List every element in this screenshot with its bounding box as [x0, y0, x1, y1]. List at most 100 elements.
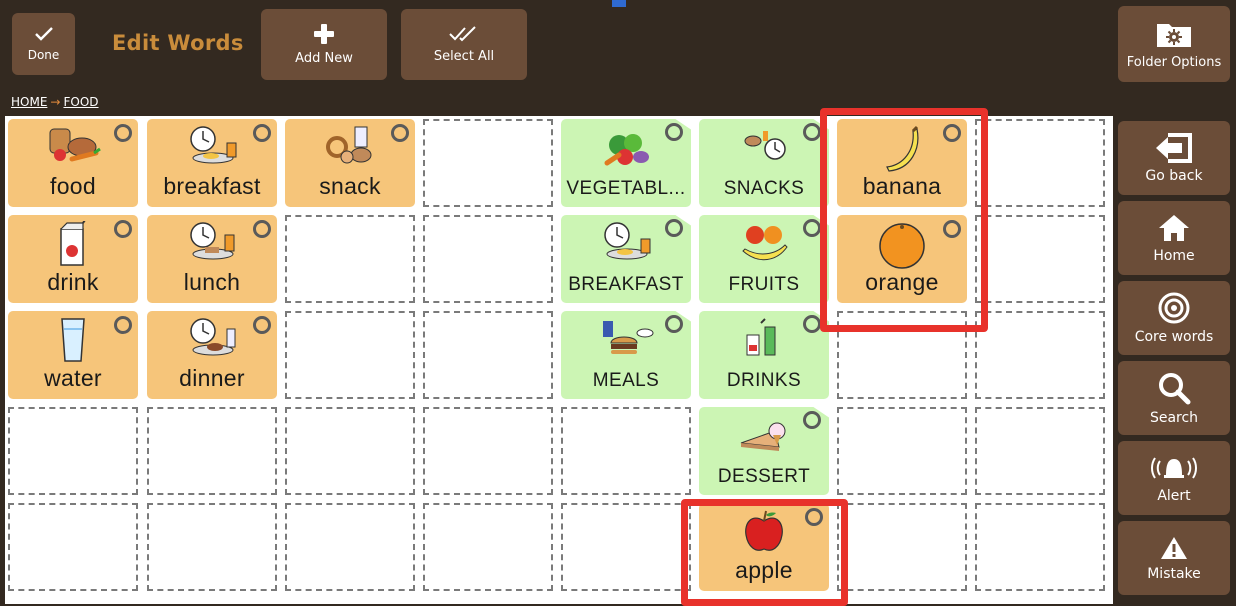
select-ring[interactable] [253, 124, 271, 142]
word-tile-drink[interactable]: drink [8, 215, 138, 303]
folder-tile-drinks[interactable]: DRINKS [699, 311, 829, 399]
snacks-icon [744, 131, 786, 160]
select-ring[interactable] [253, 316, 271, 334]
mistake-button[interactable]: Mistake [1118, 521, 1230, 595]
select-ring[interactable] [803, 219, 821, 237]
empty-slot[interactable] [423, 119, 553, 207]
core-words-button[interactable]: Core words [1118, 281, 1230, 355]
food-icon [49, 128, 101, 162]
folder-gear-icon [1157, 23, 1191, 47]
empty-slot[interactable] [561, 407, 691, 495]
folder-options-label: Folder Options [1126, 54, 1222, 70]
empty-slot[interactable] [147, 503, 277, 591]
empty-slot[interactable] [975, 119, 1105, 207]
tile-label: MEALS [592, 370, 660, 391]
select-ring[interactable] [665, 315, 683, 333]
pie-icon [740, 422, 786, 451]
word-tile-dinner[interactable]: dinner [147, 311, 277, 399]
empty-slot[interactable] [837, 407, 967, 495]
empty-slot[interactable] [561, 503, 691, 591]
tile-label: breakfast [163, 173, 261, 199]
empty-slot[interactable] [423, 215, 553, 303]
highlight-box-banana-orange [820, 108, 988, 332]
go-back-icon [1156, 132, 1192, 163]
juice-box-icon [60, 221, 86, 266]
tile-label: lunch [183, 269, 241, 295]
folder-tile-vegetables[interactable]: VEGETABL... [561, 119, 691, 207]
select-ring[interactable] [803, 315, 821, 333]
tile-label: snack [319, 173, 381, 199]
word-tile-snack[interactable]: snack [285, 119, 415, 207]
folder-tile-fruits[interactable]: FRUITS [699, 215, 829, 303]
folder-options-button[interactable]: Folder Options [1118, 6, 1230, 82]
select-all-label: Select All [433, 49, 495, 64]
select-ring[interactable] [114, 220, 132, 238]
word-tile-lunch[interactable]: lunch [147, 215, 277, 303]
folder-tile-snacks[interactable]: SNACKS [699, 119, 829, 207]
go-back-label: Go back [1145, 167, 1203, 184]
select-ring[interactable] [665, 219, 683, 237]
empty-slot[interactable] [147, 407, 277, 495]
select-ring[interactable] [253, 220, 271, 238]
breadcrumb-arrow-icon: → [50, 95, 61, 109]
core-words-label: Core words [1134, 328, 1214, 345]
double-check-icon [449, 26, 476, 42]
tile-label: DESSERT [717, 466, 811, 487]
empty-slot[interactable] [423, 311, 553, 399]
empty-slot[interactable] [975, 407, 1105, 495]
empty-slot[interactable] [975, 311, 1105, 399]
empty-slot[interactable] [423, 407, 553, 495]
empty-slot[interactable] [285, 311, 415, 399]
clock-meal-icon [190, 126, 237, 164]
select-all-button[interactable]: Select All [401, 9, 527, 80]
empty-slot[interactable] [975, 503, 1105, 591]
clock-meal-icon [190, 222, 235, 260]
window-indicator [612, 0, 626, 7]
search-button[interactable]: Search [1118, 361, 1230, 435]
tile-label: FRUITS [728, 274, 800, 295]
breadcrumb-home-link[interactable]: HOME [11, 95, 47, 109]
tile-label: SNACKS [723, 178, 805, 199]
meals-icon [603, 321, 654, 354]
select-ring[interactable] [803, 123, 821, 141]
tile-label: drink [47, 269, 99, 295]
tile-label: food [50, 173, 96, 199]
select-ring[interactable] [114, 316, 132, 334]
go-back-button[interactable]: Go back [1118, 121, 1230, 195]
empty-slot[interactable] [975, 215, 1105, 303]
empty-slot[interactable] [423, 503, 553, 591]
empty-slot[interactable] [285, 215, 415, 303]
tile-label: dinner [179, 365, 245, 391]
folder-tile-breakfast[interactable]: BREAKFAST [561, 215, 691, 303]
folder-tile-meals[interactable]: MEALS [561, 311, 691, 399]
highlight-box-apple [681, 499, 848, 606]
alert-button[interactable]: Alert [1118, 441, 1230, 515]
snack-icon [326, 126, 372, 164]
select-ring[interactable] [803, 411, 821, 429]
empty-slot[interactable] [837, 503, 967, 591]
select-ring[interactable] [114, 124, 132, 142]
page-title: Edit Words [112, 31, 244, 55]
plus-icon [314, 24, 334, 44]
search-label: Search [1149, 409, 1199, 426]
done-button[interactable]: Done [12, 13, 75, 75]
breadcrumb-current[interactable]: FOOD [63, 95, 98, 109]
clock-meal-icon [604, 222, 651, 260]
glass-icon [61, 318, 85, 362]
clock-meal-icon [190, 318, 236, 356]
word-tile-food[interactable]: food [8, 119, 138, 207]
home-label: Home [1153, 247, 1195, 264]
add-new-button[interactable]: Add New [261, 9, 387, 80]
word-tile-breakfast[interactable]: breakfast [147, 119, 277, 207]
empty-slot[interactable] [8, 503, 138, 591]
select-ring[interactable] [665, 123, 683, 141]
mistake-label: Mistake [1147, 565, 1201, 582]
empty-slot[interactable] [285, 503, 415, 591]
word-tile-water[interactable]: water [8, 311, 138, 399]
home-button[interactable]: Home [1118, 201, 1230, 275]
empty-slot[interactable] [285, 407, 415, 495]
select-ring[interactable] [391, 124, 409, 142]
alert-bell-icon [1151, 456, 1197, 479]
folder-tile-dessert[interactable]: DESSERT [699, 407, 829, 495]
empty-slot[interactable] [8, 407, 138, 495]
